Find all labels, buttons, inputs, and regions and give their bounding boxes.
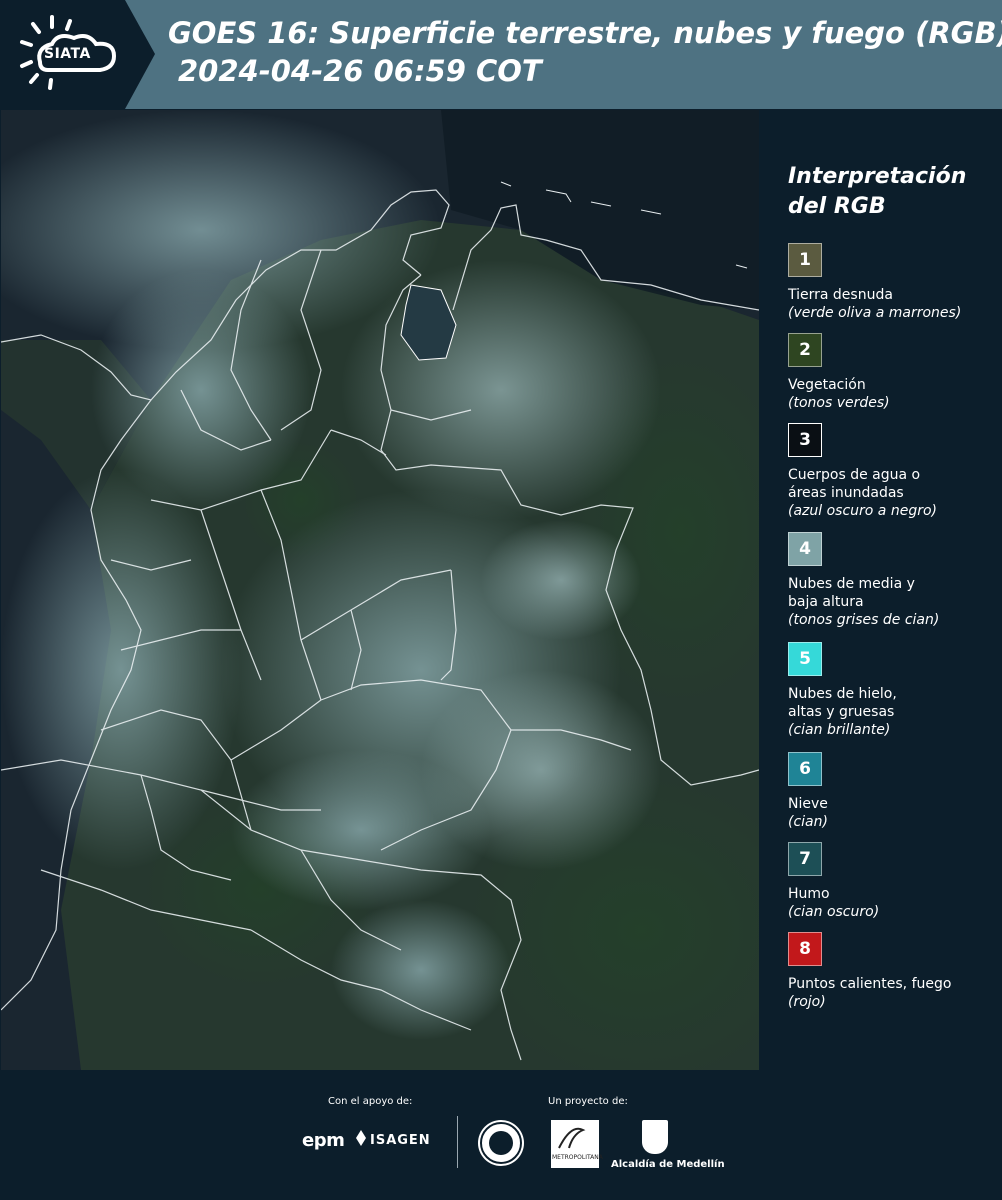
alcaldia-shield-icon[interactable] <box>642 1120 668 1154</box>
legend-swatch: 3 <box>788 423 822 457</box>
legend-item-fuego: 8 Puntos calientes, fuego (rojo) <box>788 932 998 1011</box>
siata-logo-text: SIATA <box>44 46 91 62</box>
legend-item-desc: (verde oliva a marrones) <box>788 305 962 321</box>
page-title: GOES 16: Superficie terrestre, nubes y f… <box>168 14 1002 90</box>
legend-item-label: Humo <box>788 886 830 902</box>
legend-swatch: 7 <box>788 842 822 876</box>
legend-item-nieve: 6 Nieve (cian) <box>788 752 998 831</box>
satellite-image <box>1 110 759 1070</box>
legend-swatch: 5 <box>788 642 822 676</box>
legend-item-cuerpos-de-agua: 3 Cuerpos de agua o áreas inundadas (azu… <box>788 423 998 520</box>
footer: Con el apoyo de: Un proyecto de: epm ISA… <box>0 1070 1002 1200</box>
legend-item-label: Nubes de hielo, altas y gruesas <box>788 686 897 720</box>
epm-logo[interactable]: epm <box>302 1130 345 1151</box>
legend-item-tierra-desnuda: 1 Tierra desnuda (verde oliva a marrones… <box>788 243 998 322</box>
satellite-map[interactable] <box>1 110 759 1070</box>
legend-swatch: 2 <box>788 333 822 367</box>
siata-logo[interactable]: SIATA <box>0 0 155 109</box>
header-bar: SIATA GOES 16: Superficie terrestre, nub… <box>0 0 1002 109</box>
legend-item-label: Tierra desnuda <box>788 287 893 303</box>
project-label: Un proyecto de: <box>548 1096 628 1107</box>
legend-item-label: Vegetación <box>788 377 866 393</box>
legend-swatch: 8 <box>788 932 822 966</box>
legend-swatch: 4 <box>788 532 822 566</box>
legend-item-desc: (cian brillante) <box>788 722 891 738</box>
rgb-legend-panel: Interpretación del RGB 1 Tierra desnuda … <box>760 110 1002 1070</box>
legend-item-nubes-media: 4 Nubes de media y baja altura (tonos gr… <box>788 532 998 629</box>
legend-swatch: 6 <box>788 752 822 786</box>
isagen-icon <box>356 1130 366 1146</box>
legend-item-label: Cuerpos de agua o áreas inundadas <box>788 467 921 501</box>
legend-title: Interpretación del RGB <box>788 164 967 219</box>
legend-item-desc: (azul oscuro a negro) <box>788 503 937 519</box>
legend-item-label: Puntos calientes, fuego <box>788 976 952 992</box>
legend-item-humo: 7 Humo (cian oscuro) <box>788 842 998 921</box>
footer-divider <box>457 1116 458 1168</box>
legend-item-label: Nieve <box>788 796 828 812</box>
support-label: Con el apoyo de: <box>328 1096 413 1107</box>
legend-item-desc: (tonos verdes) <box>788 395 890 411</box>
siata-seal-icon[interactable] <box>478 1120 524 1166</box>
alcaldia-logo-text: Alcaldía de Medellín <box>611 1159 725 1170</box>
title-line-1: GOES 16: Superficie terrestre, nubes y f… <box>168 16 1002 50</box>
legend-item-desc: (cian) <box>788 814 828 830</box>
isagen-logo[interactable]: ISAGEN <box>370 1133 431 1148</box>
legend-item-vegetacion: 2 Vegetación (tonos verdes) <box>788 333 998 412</box>
area-metropolitana-text: METROPOLITANA <box>552 1154 603 1161</box>
legend-item-label: Nubes de media y baja altura <box>788 576 915 610</box>
legend-item-nubes-hielo: 5 Nubes de hielo, altas y gruesas (cian … <box>788 642 998 739</box>
legend-item-desc: (rojo) <box>788 994 826 1010</box>
legend-swatch: 1 <box>788 243 822 277</box>
legend-item-desc: (tonos grises de cian) <box>788 612 940 628</box>
legend-item-desc: (cian oscuro) <box>788 904 880 920</box>
title-line-2-timestamp: 2024-04-26 06:59 COT <box>178 54 542 88</box>
